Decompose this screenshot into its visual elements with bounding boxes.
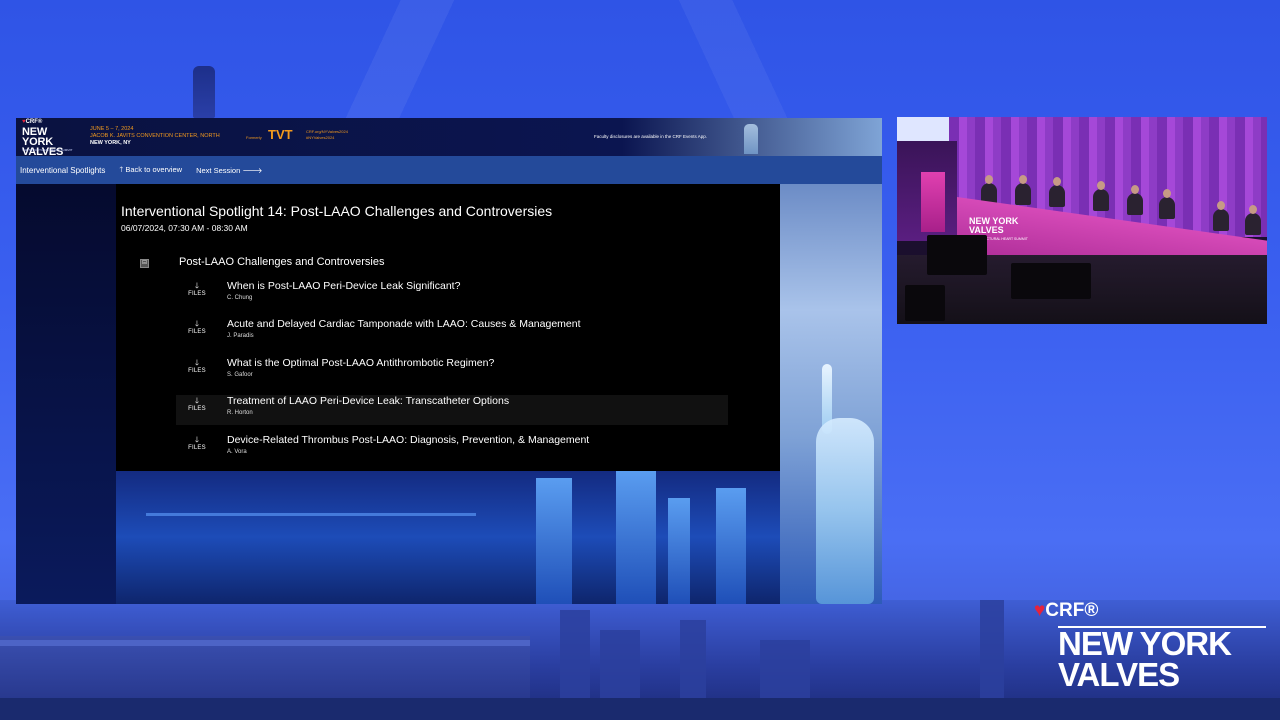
talk-speaker: A. Vora <box>227 449 247 455</box>
talk-title[interactable]: Acute and Delayed Cardiac Tamponade with… <box>227 318 581 330</box>
panelist <box>1049 177 1065 207</box>
tvt-formerly: Formerly <box>246 135 262 140</box>
panelist <box>1213 201 1229 231</box>
statue-image <box>744 124 758 154</box>
talk-title[interactable]: Device-Related Thrombus Post-LAAO: Diagn… <box>227 434 589 446</box>
talk-title[interactable]: When is Post-LAAO Peri-Device Leak Signi… <box>227 280 460 292</box>
event-hashtag: #NYValves2024 <box>306 134 335 140</box>
files-label: FILES <box>188 368 206 374</box>
event-header: ♥CRF® NEW YORK VALVES THE STRUCTURAL HEA… <box>16 118 882 158</box>
talk-item: 🡓 FILES Acute and Delayed Cardiac Tampon… <box>176 318 728 348</box>
stage-screen <box>897 117 949 141</box>
files-download-button[interactable]: 🡓 FILES <box>176 280 218 310</box>
background-left-panel <box>16 184 116 604</box>
background-pattern <box>0 0 1280 120</box>
session-title: Interventional Spotlight 14: Post-LAAO C… <box>121 203 553 219</box>
section-title: Post-LAAO Challenges and Controversies <box>179 256 385 268</box>
talk-speaker: S. Gafoor <box>227 372 253 378</box>
download-icon: 🡓 <box>194 435 200 444</box>
download-icon: 🡓 <box>194 281 200 290</box>
crf-logo: ♥CRF® <box>22 119 43 125</box>
background-fort <box>0 636 530 706</box>
collapse-toggle-icon[interactable]: ⊟ <box>140 259 149 268</box>
statue-torch-silhouette <box>193 66 215 118</box>
statue-of-liberty <box>816 418 874 604</box>
talk-title[interactable]: Treatment of LAAO Peri-Device Leak: Tran… <box>227 395 509 407</box>
panelist <box>1159 189 1175 219</box>
skyline-building <box>560 610 590 700</box>
talk-item: 🡓 FILES What is the Optimal Post-LAAO An… <box>176 357 728 387</box>
panelist <box>1093 181 1109 211</box>
tvt-logo: TVT <box>268 127 293 142</box>
talk-item: 🡓 FILES Device-Related Thrombus Post-LAA… <box>176 434 728 464</box>
files-label: FILES <box>188 445 206 451</box>
talk-item: 🡓 FILES When is Post-LAAO Peri-Device Le… <box>176 280 728 310</box>
talk-speaker: J. Paradis <box>227 333 254 339</box>
files-label: FILES <box>188 291 206 297</box>
new-york-valves-wordmark: NEW YORK VALVES <box>1058 625 1232 693</box>
chair <box>905 285 945 321</box>
panelist <box>1245 205 1261 235</box>
heart-icon: ♥ <box>1034 600 1046 621</box>
talk-speaker: C. Chung <box>227 295 253 301</box>
skyline-building <box>680 620 706 700</box>
event-venue: JACOB K. JAVITS CONVENTION CENTER, NORTH <box>90 133 220 139</box>
background-water <box>0 698 1280 720</box>
brand-line-1: NEW YORK <box>1058 625 1232 662</box>
talk-speaker: R. Horton <box>227 410 253 416</box>
files-download-button[interactable]: 🡓 FILES <box>176 395 218 425</box>
session-navbar: Interventional Spotlights 🡑 Back to over… <box>16 156 882 184</box>
skyscraper <box>536 478 572 604</box>
skyscraper <box>616 470 656 604</box>
skyline-building <box>600 630 640 700</box>
files-label: FILES <box>188 329 206 335</box>
logo-subtitle: THE STRUCTURAL HEART SUMMIT <box>22 148 73 152</box>
back-to-overview-link[interactable]: 🡑 Back to overview <box>119 164 182 177</box>
table-logo-title: NEW YORK VALVES <box>969 216 1019 235</box>
event-city: NEW YORK, NY <box>90 140 131 146</box>
skyscraper <box>716 488 746 604</box>
city-skyline-image <box>116 470 816 604</box>
session-time: 06/07/2024, 07:30 AM - 08:30 AM <box>121 223 248 233</box>
files-download-button[interactable]: 🡓 FILES <box>176 357 218 387</box>
nav-current-track[interactable]: Interventional Spotlights <box>20 166 105 175</box>
background-fort-stripe <box>0 640 530 646</box>
bridge <box>146 513 476 516</box>
download-icon: 🡓 <box>194 358 200 367</box>
event-links: CRF.org/NYValves2024 #NYValves2024 <box>306 129 348 140</box>
files-label: FILES <box>188 406 206 412</box>
new-york-valves-logo: NEW YORK VALVES <box>22 126 64 158</box>
event-url: CRF.org/NYValves2024 <box>306 129 348 134</box>
live-video-feed: NEW YORK VALVES THE STRUCTURAL HEART SUM… <box>897 117 1267 324</box>
event-dates: JUNE 5 – 7, 2024 <box>90 126 134 132</box>
panelist <box>1015 175 1031 205</box>
podium <box>921 172 945 232</box>
chair <box>927 235 987 275</box>
skyline-building <box>980 600 1004 700</box>
session-panel: Interventional Spotlight 14: Post-LAAO C… <box>116 184 780 471</box>
skyscraper <box>668 498 690 604</box>
download-icon: 🡓 <box>194 319 200 328</box>
next-session-link[interactable]: Next Session 🡒 <box>196 166 262 175</box>
talk-item: 🡓 FILES Treatment of LAAO Peri-Device Le… <box>176 395 728 425</box>
download-icon: 🡓 <box>194 396 200 405</box>
event-info: JUNE 5 – 7, 2024 JACOB K. JAVITS CONVENT… <box>90 126 220 147</box>
files-download-button[interactable]: 🡓 FILES <box>176 318 218 348</box>
talk-title[interactable]: What is the Optimal Post-LAAO Antithromb… <box>227 357 494 369</box>
crf-brand-logo: ♥CRF® NEW YORK VALVES <box>1034 600 1266 700</box>
crf-wordmark: ♥CRF® <box>1034 600 1099 621</box>
chair <box>1011 263 1091 299</box>
faculty-disclosure-note: Faculty disclosures are available in the… <box>594 134 708 139</box>
skyline-building <box>760 640 810 700</box>
files-download-button[interactable]: 🡓 FILES <box>176 434 218 464</box>
brand-line-2: VALVES <box>1058 656 1180 693</box>
panelist <box>1127 185 1143 215</box>
